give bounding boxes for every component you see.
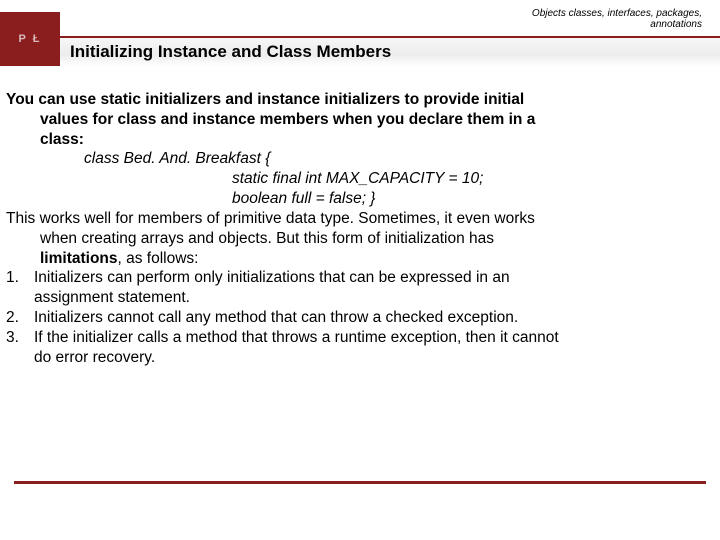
item-text: Initializers can perform only initializa… [34,268,714,308]
topic-line-1: Objects classes, interfaces, packages, [532,8,702,19]
item-number: 1. [6,268,34,308]
list-item-2: 2. Initializers cannot call any method t… [6,308,714,328]
limitations-word: limitations [40,250,118,267]
explanation-paragraph: This works well for members of primitive… [6,209,714,268]
topic-line-2: annotations [650,19,702,30]
para2-line-3b: , as follows: [118,250,199,267]
university-logo: P Ł [0,12,60,66]
para2-line-3: limitations, as follows: [6,249,714,269]
item3-line-2: do error recovery. [34,349,155,366]
topic-label: Objects classes, interfaces, packages, a… [532,8,702,30]
para2-line-2: when creating arrays and objects. But th… [6,229,714,249]
slide-content: You can use static initializers and inst… [0,72,720,368]
para2-line-1: This works well for members of primitive… [6,210,535,227]
item3-line-1: If the initializer calls a method that t… [34,329,559,346]
code-line-2: static final int MAX_CAPACITY = 10; [84,169,714,189]
item-text: If the initializer calls a method that t… [34,328,714,368]
slide-title: Initializing Instance and Class Members [70,42,391,62]
list-item-1: 1. Initializers can perform only initial… [6,268,714,308]
slide-header: Objects classes, interfaces, packages, a… [0,0,720,72]
code-example: class Bed. And. Breakfast { static final… [6,149,714,208]
item-number: 2. [6,308,34,328]
logo-text: P Ł [19,33,42,45]
item-text: Initializers cannot call any method that… [34,308,714,328]
intro-paragraph: You can use static initializers and inst… [6,90,714,149]
code-line-3: boolean full = false; } [84,189,714,209]
intro-line-2: values for class and instance members wh… [6,111,535,128]
intro-line-3: class: [6,131,84,148]
code-line-1: class Bed. And. Breakfast { [84,149,714,169]
item1-line-2: assignment statement. [34,289,190,306]
intro-line-1: You can use static initializers and inst… [6,91,524,108]
item1-line-1: Initializers can perform only initializa… [34,269,510,286]
footer-divider [14,481,706,484]
item-number: 3. [6,328,34,368]
title-bar: Initializing Instance and Class Members [60,36,720,66]
list-item-3: 3. If the initializer calls a method tha… [6,328,714,368]
